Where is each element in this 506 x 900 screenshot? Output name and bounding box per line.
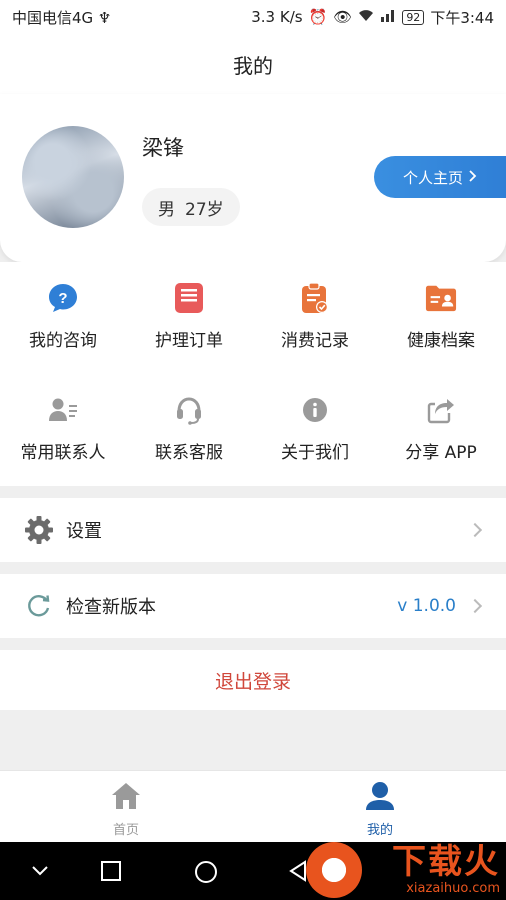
page-header: 我的 (0, 34, 506, 94)
grid-item-about-us[interactable]: 关于我们 (252, 374, 378, 474)
grid-item-nursing-order[interactable]: 护理订单 (126, 262, 252, 362)
tab-mine[interactable]: 我的 (320, 781, 440, 838)
user-name: 梁锋 (142, 136, 184, 160)
user-icon (364, 781, 396, 815)
watermark-logo: 下载火 xiazaihuo.com (296, 838, 506, 900)
check-update-row[interactable]: 检查新版本 v 1.0.0 (0, 574, 506, 638)
settings-row[interactable]: 设置 (0, 498, 506, 562)
chevron-right-icon (467, 598, 483, 614)
watermark-subtext: xiazaihuo.com (406, 880, 500, 896)
home-icon (110, 781, 142, 815)
alarm-icon: ⏰ (308, 8, 328, 26)
grid-label: 护理订单 (155, 331, 223, 351)
chevron-right-icon (467, 522, 483, 538)
grid-item-consultation[interactable]: ? 我的咨询 (0, 262, 126, 362)
feature-grid: ? 我的咨询 护理订单 消费记录 健康档案 常用联系人 联系客服 关于我们 分享… (0, 262, 506, 486)
share-icon (425, 394, 457, 426)
grid-label: 我的咨询 (29, 331, 97, 351)
gear-icon (22, 513, 56, 547)
grid-item-consumption-record[interactable]: 消费记录 (252, 262, 378, 362)
tab-home-label: 首页 (112, 823, 139, 838)
watermark-flame-icon (306, 842, 362, 898)
consumption-record-icon (299, 282, 331, 314)
status-time: 下午3:44 (430, 8, 494, 27)
nav-collapse-icon[interactable] (30, 860, 50, 884)
avatar[interactable] (22, 126, 124, 228)
nursing-order-icon (173, 282, 205, 314)
grid-item-customer-service[interactable]: 联系客服 (126, 374, 252, 474)
refresh-icon (22, 589, 56, 623)
check-update-label: 检查新版本 (66, 597, 156, 618)
bottom-tab-bar: 首页 我的 (0, 770, 506, 842)
homepage-label: 个人主页 (402, 168, 463, 187)
grid-label: 联系客服 (155, 443, 223, 463)
grid-item-health-file[interactable]: 健康档案 (378, 262, 504, 362)
svg-text:?: ? (58, 290, 67, 307)
health-file-icon (425, 282, 457, 314)
user-age: 27岁 (185, 199, 224, 220)
question-chat-icon: ? (47, 282, 79, 314)
carrier-label: 中国电信4G ♆ (12, 8, 112, 27)
logout-button[interactable]: 退出登录 (0, 650, 506, 710)
signal-icon (380, 8, 396, 26)
nav-home-icon[interactable] (194, 860, 218, 888)
status-bar: 中国电信4G ♆ 3.3 K/s ⏰ 👁 92 下午3:44 (0, 0, 506, 34)
grid-label: 消费记录 (281, 331, 349, 351)
contact-person-icon (47, 394, 79, 426)
watermark-text: 下载火 (392, 841, 500, 882)
headset-icon (173, 394, 205, 426)
grid-item-contacts[interactable]: 常用联系人 (0, 374, 126, 474)
wifi-icon (358, 8, 374, 26)
personal-homepage-button[interactable]: 个人主页 (374, 156, 506, 198)
tab-home[interactable]: 首页 (66, 781, 186, 838)
network-speed: 3.3 K/s (251, 8, 303, 26)
user-gender: 男 (158, 199, 175, 220)
grid-label: 关于我们 (281, 443, 349, 463)
user-meta-badge: 男 27岁 (142, 188, 240, 226)
chevron-right-icon (469, 168, 477, 186)
settings-label: 设置 (66, 521, 102, 542)
logout-label: 退出登录 (214, 670, 291, 693)
grid-label: 分享 APP (405, 443, 477, 463)
battery-icon: 92 (402, 9, 425, 25)
nav-recents-icon[interactable] (100, 860, 122, 886)
status-right: 3.3 K/s ⏰ 👁 92 下午3:44 (251, 7, 494, 28)
grid-label: 健康档案 (407, 331, 475, 351)
profile-card: 梁锋 男 27岁 个人主页 (0, 94, 506, 262)
grid-label: 常用联系人 (20, 443, 106, 463)
tab-mine-label: 我的 (366, 823, 393, 838)
page-title: 我的 (233, 53, 273, 78)
version-text: v 1.0.0 (397, 596, 456, 616)
grid-item-share-app[interactable]: 分享 APP (378, 374, 504, 474)
eye-icon: 👁 (333, 8, 353, 26)
info-icon (299, 394, 331, 426)
